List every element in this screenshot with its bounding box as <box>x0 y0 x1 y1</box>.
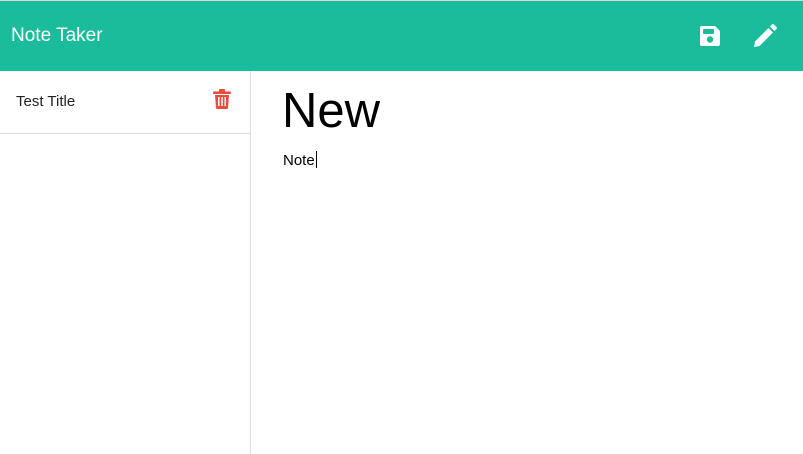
text-caret <box>315 151 317 168</box>
floppy-disk-icon <box>700 26 720 46</box>
note-title-input[interactable]: New <box>282 81 762 141</box>
note-text-value: Note <box>283 152 315 169</box>
notes-list: Test Title <box>0 71 251 454</box>
note-text-area[interactable]: Note <box>283 151 317 170</box>
note-list-item-title[interactable]: Test Title <box>16 93 75 111</box>
navbar: Note Taker <box>0 0 803 71</box>
note-list-item[interactable]: Test Title <box>0 71 250 134</box>
app-title[interactable]: Note Taker <box>11 24 103 48</box>
new-note-button[interactable] <box>750 21 780 51</box>
trash-icon[interactable] <box>213 89 231 109</box>
save-note-button[interactable] <box>695 21 725 51</box>
pencil-icon <box>754 24 777 47</box>
note-editor: New Note <box>251 71 803 454</box>
